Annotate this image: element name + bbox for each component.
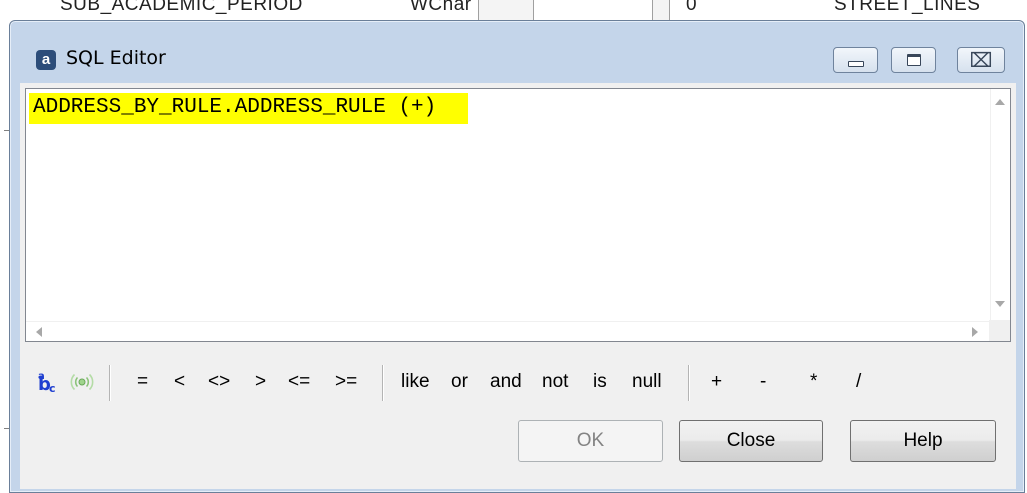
maximize-button[interactable]: [891, 47, 936, 73]
background-cell: [478, 0, 534, 20]
op-is-button[interactable]: is: [593, 359, 607, 405]
radio-wave-icon[interactable]: [70, 370, 94, 394]
sql-editor-window: a SQL Editor ⌧ ADDRESS_BY_RULE.ADDRESS_R…: [9, 20, 1025, 493]
op-like-button[interactable]: like: [401, 359, 430, 405]
scroll-up-icon[interactable]: [995, 99, 1005, 105]
scroll-left-icon[interactable]: [36, 327, 42, 337]
op-and-button[interactable]: and: [490, 359, 522, 405]
sql-expression-text[interactable]: ADDRESS_BY_RULE.ADDRESS_RULE (+): [29, 93, 469, 124]
horizontal-scrollbar[interactable]: [26, 321, 990, 341]
maximize-icon: [906, 54, 921, 66]
op-less-than-button[interactable]: <: [174, 359, 185, 405]
title-bar[interactable]: a SQL Editor ⌧: [10, 21, 1024, 83]
background-field-column: STREET_LINES: [834, 0, 981, 15]
app-icon: a: [36, 50, 56, 70]
ok-button[interactable]: OK: [518, 420, 663, 462]
toolbar-separator: [109, 365, 110, 401]
op-divide-button[interactable]: /: [856, 359, 861, 405]
background-cell: [652, 0, 670, 20]
scroll-down-icon[interactable]: [995, 301, 1005, 307]
op-minus-button[interactable]: -: [760, 359, 766, 405]
op-greater-than-button[interactable]: >: [255, 359, 266, 405]
close-button[interactable]: Close: [679, 420, 823, 462]
op-less-equal-button[interactable]: <=: [288, 359, 310, 405]
scroll-right-icon[interactable]: [972, 327, 978, 337]
op-null-button[interactable]: null: [632, 359, 662, 405]
op-multiply-button[interactable]: *: [810, 359, 817, 405]
close-icon: ⌧: [969, 48, 993, 72]
operator-toolbar: abc = < <> > <= >= like or and not is nu…: [20, 359, 1016, 405]
help-button[interactable]: Help: [850, 420, 996, 462]
toolbar-separator: [688, 365, 689, 401]
op-not-button[interactable]: not: [542, 359, 568, 405]
background-field-type: WChar: [410, 0, 472, 15]
toolbar-separator: [382, 365, 383, 401]
op-not-equal-button[interactable]: <>: [208, 359, 230, 405]
window-close-button[interactable]: ⌧: [957, 47, 1005, 73]
op-greater-equal-button[interactable]: >=: [335, 359, 357, 405]
window-title: SQL Editor: [66, 47, 166, 69]
scrollbar-corner: [989, 320, 1010, 341]
op-plus-button[interactable]: +: [711, 359, 722, 405]
abc-format-icon[interactable]: abc: [32, 371, 60, 395]
vertical-scrollbar[interactable]: [990, 89, 1010, 321]
background-field-digit: 0: [686, 0, 698, 15]
op-or-button[interactable]: or: [451, 359, 468, 405]
background-field-name: SUB_ACADEMIC_PERIOD: [60, 0, 303, 15]
dialog-client-area: ADDRESS_BY_RULE.ADDRESS_RULE (+) abc = <…: [20, 83, 1016, 489]
minimize-icon: [847, 61, 864, 67]
op-equals-button[interactable]: =: [137, 359, 148, 405]
minimize-button[interactable]: [833, 47, 878, 73]
sql-text-editor[interactable]: ADDRESS_BY_RULE.ADDRESS_RULE (+): [25, 88, 1011, 342]
